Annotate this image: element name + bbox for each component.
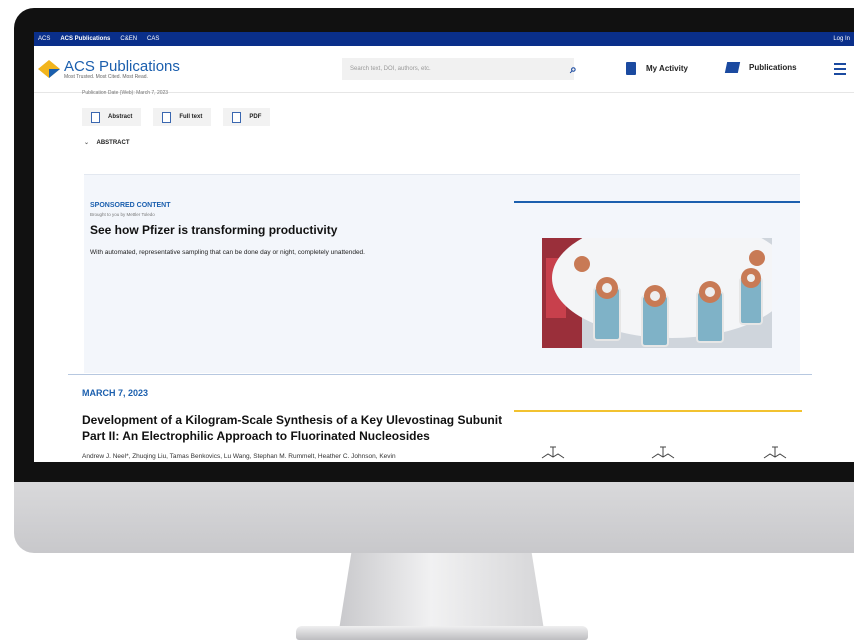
book-icon bbox=[724, 62, 741, 73]
publications-label: Publications bbox=[749, 63, 797, 72]
molecule-structure-icon bbox=[763, 446, 787, 459]
section-divider bbox=[68, 374, 812, 375]
monitor-stand-foot bbox=[296, 626, 588, 640]
monitor-stand-neck bbox=[339, 553, 544, 630]
logo-title: ACS Publications bbox=[64, 57, 180, 75]
sponsored-accent-line bbox=[514, 201, 800, 203]
publications-button[interactable]: Publications bbox=[724, 62, 797, 73]
abstract-toggle[interactable]: ⌄ ABSTRACT bbox=[84, 139, 129, 146]
top-nav-bar: ACS ACS Publications C&EN CAS Log In bbox=[34, 32, 854, 46]
nav-link-cen[interactable]: C&EN bbox=[120, 36, 137, 42]
molecule-structure-icon bbox=[541, 446, 565, 459]
search-input[interactable]: Search text, DOI, authors, etc. bbox=[342, 58, 574, 80]
hamburger-menu-icon[interactable] bbox=[834, 63, 846, 78]
article-title[interactable]: Development of a Kilogram-Scale Synthesi… bbox=[82, 412, 522, 444]
logo[interactable]: ACS Publications Most Trusted. Most Cite… bbox=[64, 59, 180, 80]
my-activity-label: My Activity bbox=[646, 64, 688, 73]
sponsored-text: With automated, representative sampling … bbox=[90, 249, 365, 256]
login-link[interactable]: Log In bbox=[833, 36, 850, 42]
browser-screen: ACS ACS Publications C&EN CAS Log In ACS… bbox=[34, 32, 854, 462]
pdf-icon bbox=[232, 111, 242, 123]
chevron-down-icon: ⌄ bbox=[84, 140, 90, 146]
article-date: MARCH 7, 2023 bbox=[82, 388, 149, 398]
nav-link-cas[interactable]: CAS bbox=[147, 36, 159, 42]
nav-link-acs-publications[interactable]: ACS Publications bbox=[60, 36, 110, 42]
abstract-button[interactable]: Abstract bbox=[82, 108, 142, 126]
sponsored-title[interactable]: See how Pfizer is transforming productiv… bbox=[90, 223, 337, 237]
article-authors: Andrew J. Neel*, Zhuqing Liu, Tamas Benk… bbox=[82, 453, 396, 460]
abstract-toggle-label: ABSTRACT bbox=[96, 140, 130, 146]
article-buttons: Abstract Full text PDF bbox=[82, 108, 282, 126]
document-icon bbox=[162, 111, 172, 123]
publication-date: Publication Date (Web): March 7, 2023 bbox=[82, 90, 169, 96]
sponsored-label: SPONSORED CONTENT bbox=[90, 202, 171, 209]
full-text-button-label: Full text bbox=[179, 114, 203, 120]
acs-logo-icon[interactable] bbox=[38, 60, 60, 78]
nav-link-acs[interactable]: ACS bbox=[38, 36, 50, 42]
molecule-structure-icon bbox=[651, 446, 675, 459]
sponsored-content-card[interactable]: SPONSORED CONTENT Brought to you by Mett… bbox=[84, 174, 800, 373]
search-icon[interactable]: ⌕ bbox=[570, 62, 577, 77]
monitor-chin bbox=[14, 482, 854, 553]
pdf-button[interactable]: PDF bbox=[223, 108, 271, 126]
sample-vials-image bbox=[542, 238, 772, 348]
sponsor-byline: Brought to you by Mettler Toledo bbox=[90, 212, 155, 217]
full-text-button[interactable]: Full text bbox=[153, 108, 212, 126]
site-header: ACS Publications Most Trusted. Most Cite… bbox=[34, 46, 854, 93]
activity-icon bbox=[626, 62, 636, 75]
document-icon bbox=[91, 111, 100, 123]
pdf-button-label: PDF bbox=[249, 114, 262, 120]
abstract-button-label: Abstract bbox=[108, 114, 133, 120]
article-accent-line bbox=[514, 410, 802, 412]
my-activity-button[interactable]: My Activity bbox=[626, 62, 688, 75]
